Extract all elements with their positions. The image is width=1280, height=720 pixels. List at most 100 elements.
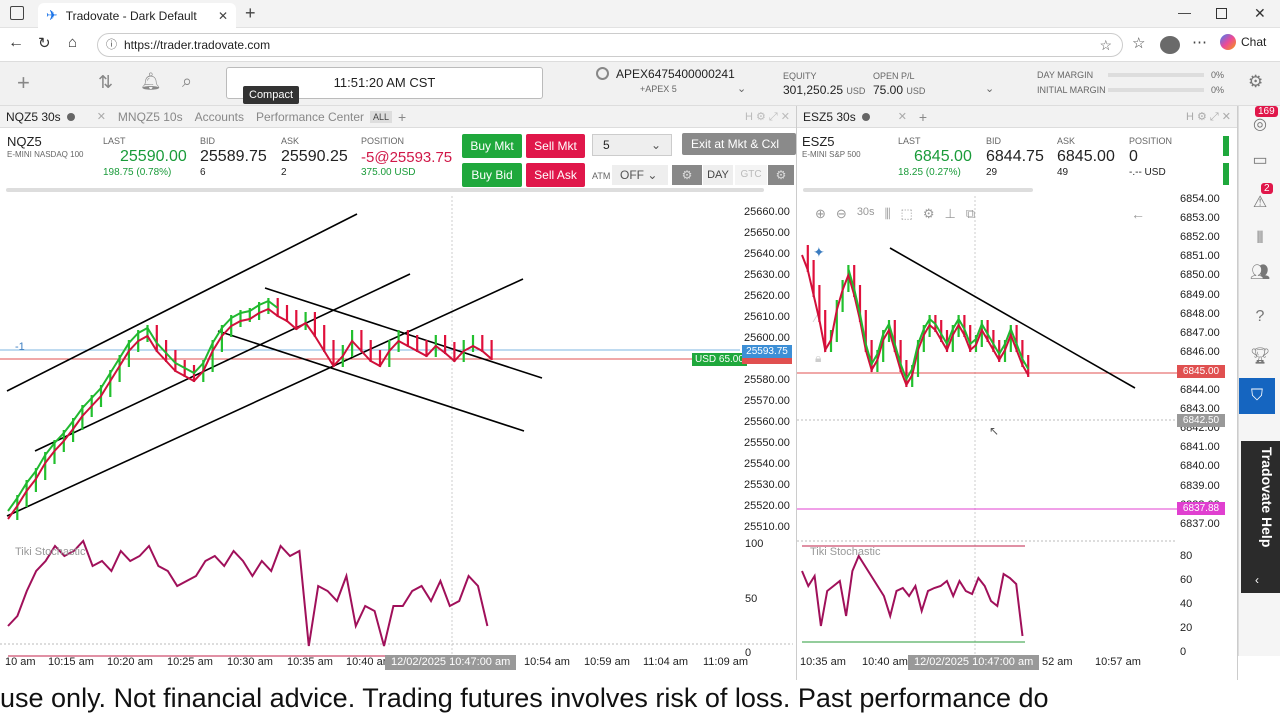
trophy-icon[interactable]: 🏆︎	[1249, 346, 1271, 366]
favorite-star-icon[interactable]: ☆	[1099, 34, 1112, 56]
account-dropdown-icon[interactable]: ⌄	[737, 82, 746, 95]
new-tab-button[interactable]: +	[245, 3, 256, 24]
tab-performance-center[interactable]: Performance Center	[250, 110, 370, 124]
panel-controls[interactable]: H ⚙ ⤢ ✕	[1180, 110, 1237, 124]
horizontal-scrollbar[interactable]	[6, 188, 764, 192]
exit-at-market-button[interactable]: Exit at Mkt & Cxl	[682, 133, 796, 155]
metrics-dropdown-icon[interactable]: ⌄	[985, 82, 994, 95]
x-tick: 10:35 am	[287, 656, 333, 668]
copilot-chat-button[interactable]: Chat	[1220, 34, 1266, 50]
bid-price: 6844.75	[986, 148, 1044, 165]
alert-icon[interactable]: ⚠	[1249, 192, 1271, 212]
buy-market-button[interactable]: Buy Mkt	[462, 134, 522, 158]
y-tick: 25600.00	[744, 332, 790, 344]
account-name[interactable]: APEX6475400000241	[616, 67, 735, 81]
site-info-icon[interactable]: ⓘ	[106, 34, 117, 56]
favorites-icon[interactable]: ☆	[1132, 34, 1145, 52]
x-tick: 10:59 am	[584, 656, 630, 668]
y-tick: 6852.00	[1180, 231, 1220, 244]
day-margin-bar	[1108, 73, 1204, 77]
nq-price-chart[interactable]	[0, 196, 797, 680]
tab-esz5[interactable]: ESZ5 30s	[797, 110, 862, 124]
quantity-select[interactable]: 5 ⌄	[592, 134, 672, 156]
day-margin-label: DAY MARGIN	[1037, 70, 1094, 80]
columns-icon[interactable]: ⦀	[1249, 230, 1271, 250]
chat-icon[interactable]: ▭	[1249, 150, 1271, 170]
y-tick: 25530.00	[744, 479, 790, 491]
search-icon[interactable]: ⌕	[182, 71, 192, 92]
account-sub: +APEX 5	[640, 84, 677, 94]
tab-actions-icon[interactable]	[10, 6, 24, 20]
panel-controls[interactable]: H ⚙ ⤢ ✕	[739, 110, 796, 124]
buy-bid-button-edge[interactable]	[1223, 163, 1229, 185]
tab-mnqz5[interactable]: MNQZ5 10s	[112, 110, 189, 124]
crosshair-price-tag: 6842.50	[1177, 414, 1225, 427]
maximize-icon[interactable]	[1216, 8, 1227, 19]
add-module-icon[interactable]: +	[17, 70, 30, 96]
tab-accounts[interactable]: Accounts	[189, 110, 250, 124]
tif-gear-icon[interactable]: ⚙	[768, 165, 794, 185]
close-window-icon[interactable]: ✕	[1254, 5, 1266, 22]
home-icon[interactable]: ⌂	[68, 34, 77, 51]
y-tick: 25520.00	[744, 500, 790, 512]
notifications-icon[interactable]: ◎	[1249, 114, 1271, 134]
url-field[interactable]: ⓘ https://trader.tradovate.com ☆	[97, 33, 1123, 57]
y-tick: 0	[1180, 646, 1187, 658]
help-question-icon[interactable]: ?	[1249, 308, 1271, 328]
y-tick: 60	[1180, 574, 1193, 586]
symbol-desc: E-MINI S&P 500	[802, 150, 861, 159]
sell-ask-button[interactable]: Sell Ask	[526, 163, 585, 187]
trendline	[889, 247, 1136, 389]
tab-close-icon[interactable]: ✕	[91, 110, 112, 123]
minimize-icon[interactable]: —	[1178, 5, 1191, 20]
tab-nqz5[interactable]: NQZ5 30s	[0, 110, 67, 124]
tab-all-badge[interactable]: ALL	[370, 110, 393, 123]
x-tick: 11:04 am	[643, 656, 689, 668]
tif-day-button[interactable]: DAY	[703, 165, 733, 185]
x-tick: 10:35 am	[800, 656, 846, 668]
profile-avatar[interactable]	[1160, 36, 1180, 54]
help-side-tab[interactable]: Tradovate Help ‹	[1241, 441, 1280, 593]
browser-tab-bar: ✈ Tradovate - Dark Default ✕ + — ✕	[0, 0, 1280, 28]
refresh-icon[interactable]: ↻	[38, 34, 51, 52]
y-tick: 6854.00	[1180, 193, 1220, 205]
bell-icon[interactable]: 🔔︎	[140, 72, 162, 92]
shield-icon[interactable]: ⛉	[1239, 378, 1275, 414]
es-price-chart[interactable]	[797, 196, 1238, 680]
more-menu-icon[interactable]: ⋯	[1192, 33, 1207, 51]
ask-size: 2	[281, 167, 287, 178]
symbol[interactable]: NQZ5	[7, 134, 42, 149]
bid-label: BID	[200, 136, 216, 146]
openpl-unit: USD	[906, 86, 926, 96]
close-tab-icon[interactable]: ✕	[218, 9, 228, 23]
settings-sliders-icon[interactable]: ⚙	[1248, 72, 1263, 92]
atm-gear-icon[interactable]: ⚙	[672, 165, 702, 185]
y-tick: 6853.00	[1180, 212, 1220, 225]
es-chart-panel: ESZ5 30s ✕ + H ⚙ ⤢ ✕ ESZ5 E-MINI S&P 500…	[797, 106, 1238, 680]
atm-select[interactable]: OFF ⌄	[612, 165, 668, 185]
horizontal-scrollbar[interactable]	[803, 188, 1033, 192]
position-marker: -1	[15, 341, 25, 353]
add-tab-icon[interactable]: +	[913, 109, 933, 125]
x-tick: 10:54 am	[524, 656, 570, 668]
y-tick: 25650.00	[744, 227, 790, 239]
tab-status-dot	[861, 112, 870, 121]
browser-tab[interactable]: ✈ Tradovate - Dark Default ✕	[38, 3, 236, 28]
transfer-arrows-icon[interactable]: ⇅	[98, 72, 113, 93]
buy-button-edge[interactable]	[1223, 136, 1229, 156]
y-tick: 25630.00	[744, 269, 790, 281]
community-icon[interactable]: 👥︎	[1249, 262, 1271, 282]
back-icon[interactable]: ←	[8, 34, 24, 52]
sell-market-button[interactable]: Sell Mkt	[526, 134, 585, 158]
y-tick: 6837.00	[1180, 517, 1220, 530]
add-tab-icon[interactable]: +	[392, 109, 412, 125]
y-tick: 6846.00	[1180, 345, 1220, 358]
tif-gtc-button[interactable]: GTC	[735, 165, 767, 185]
bid-label: BID	[986, 136, 1002, 146]
red-moving-average	[7, 307, 493, 520]
tab-close-icon[interactable]: ✕	[892, 110, 913, 123]
position-pl: -.-- USD	[1129, 167, 1166, 178]
buy-bid-button[interactable]: Buy Bid	[462, 163, 522, 187]
symbol[interactable]: ESZ5	[802, 134, 835, 149]
y-tick: 25620.00	[744, 290, 790, 302]
